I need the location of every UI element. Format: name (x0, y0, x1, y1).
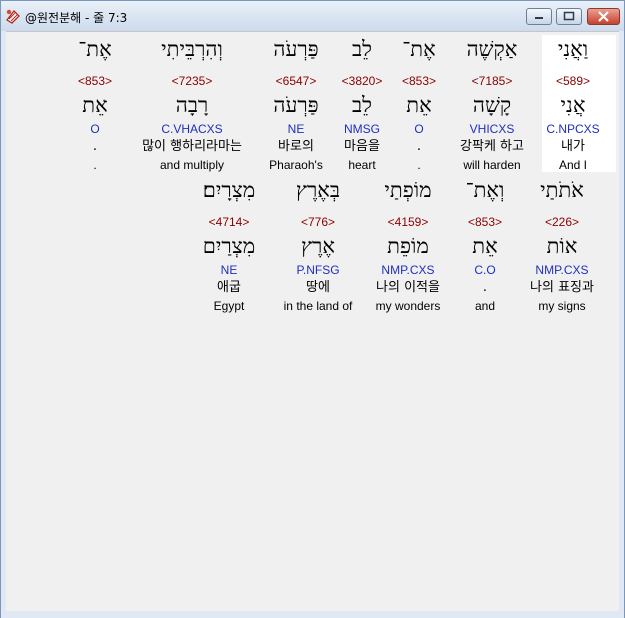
app-window: @원전분해 - 줄 7:3 וַאֲנִי <589> אֲנִי C.NPCX… (0, 0, 625, 618)
english-gloss: Egypt (213, 299, 245, 313)
english-gloss: . (93, 158, 97, 172)
hebrew-lemma: מִצְרַיִם (202, 234, 256, 258)
strong-number: <853> (77, 74, 113, 88)
interlinear-view[interactable]: וַאֲנִי <589> אֲנִי C.NPCXS 내가 And I אַק… (6, 31, 619, 612)
window-title: @원전분해 - 줄 7:3 (25, 11, 128, 25)
title-bar[interactable]: @원전분해 - 줄 7:3 (1, 1, 624, 31)
window-bottom-border (1, 611, 624, 618)
korean-gloss: . (92, 139, 98, 154)
korean-gloss: 애굽 (217, 280, 241, 295)
parsing-code: O (90, 122, 100, 136)
hebrew-word: מִצְרָיִם׃ (202, 178, 256, 202)
minimize-button[interactable] (526, 8, 552, 25)
maximize-icon (557, 9, 581, 28)
interlinear-app-icon[interactable] (5, 8, 21, 24)
parsing-code: NE (220, 263, 238, 277)
maximize-button[interactable] (556, 8, 582, 25)
strong-number: <4714> (208, 215, 250, 229)
hebrew-word: אֶת־ (78, 37, 112, 61)
close-button[interactable] (587, 8, 620, 25)
minimize-icon (527, 9, 551, 28)
close-icon (588, 9, 619, 28)
hebrew-lemma: אֵת (82, 93, 108, 117)
